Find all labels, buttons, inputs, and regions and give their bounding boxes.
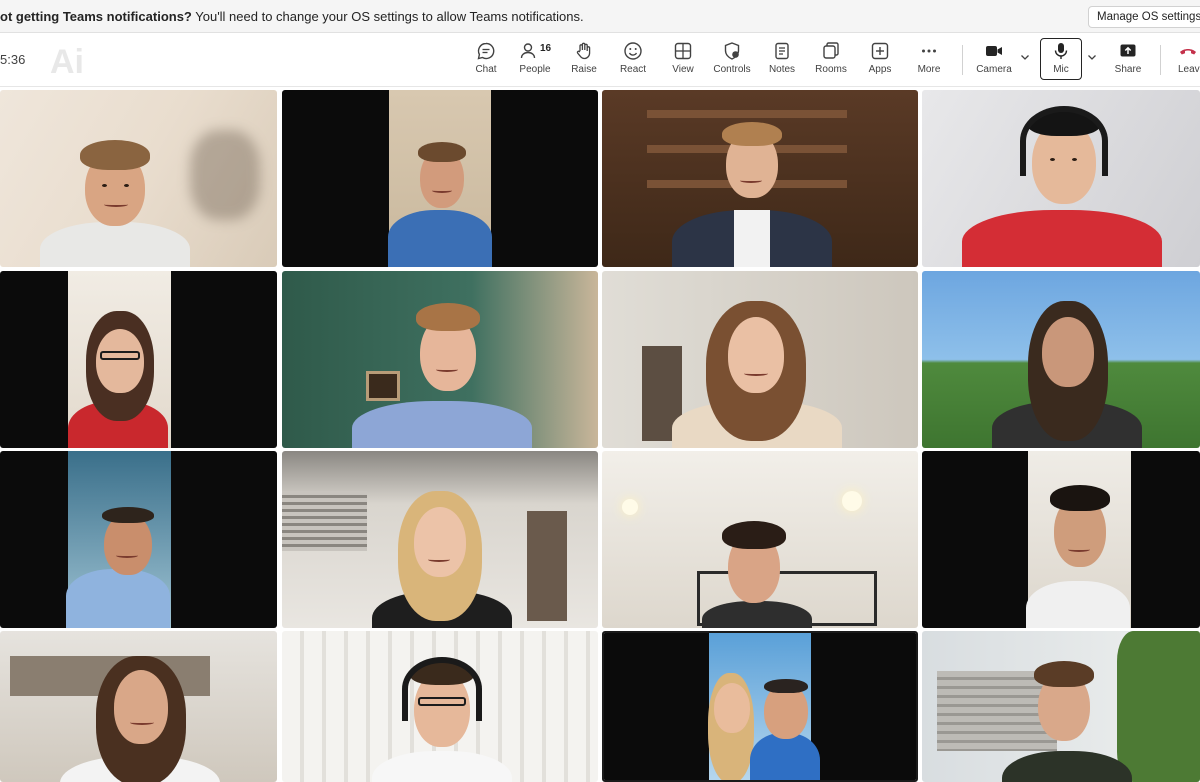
participant-video-tile[interactable] [602, 271, 918, 448]
mic-label: Mic [1053, 64, 1069, 75]
raise-hand-button[interactable]: Raise [558, 39, 610, 81]
camera-icon [986, 46, 1002, 56]
rooms-button[interactable]: Rooms [805, 39, 857, 81]
apps-button[interactable]: Apps [854, 39, 906, 81]
view-label: View [672, 64, 694, 75]
participant-video-tile-active[interactable] [602, 631, 918, 782]
participant-video-tile[interactable] [922, 271, 1200, 448]
meeting-timer: 5:36 [0, 52, 26, 67]
share-screen-icon [1120, 44, 1136, 57]
notification-banner: ot getting Teams notifications? You'll n… [0, 0, 1200, 33]
controls-shield-icon [724, 42, 740, 60]
participant-video-tile[interactable] [922, 631, 1200, 782]
manage-os-settings-button[interactable]: Manage OS settings [1088, 6, 1200, 28]
raise-label: Raise [571, 64, 597, 75]
participant-video-tile[interactable] [602, 451, 918, 628]
view-button[interactable]: View [657, 39, 709, 81]
controls-label: Controls [713, 64, 751, 75]
people-label: People [519, 64, 551, 75]
people-count: 16 [540, 43, 552, 54]
participant-video-tile[interactable] [922, 90, 1200, 267]
participant-video-tile[interactable] [282, 271, 598, 448]
participant-video-tile[interactable] [0, 271, 277, 448]
share-button[interactable]: Share [1102, 39, 1154, 81]
more-label: More [917, 64, 941, 75]
camera-options-chevron-down-icon[interactable] [1019, 51, 1031, 63]
notes-icon [775, 42, 789, 60]
chat-button[interactable]: Chat [460, 39, 512, 81]
participant-video-tile[interactable] [282, 451, 598, 628]
controls-button[interactable]: Controls [706, 39, 758, 81]
breakout-rooms-icon [823, 42, 839, 59]
mic-options-chevron-down-icon[interactable] [1086, 51, 1098, 63]
apps-label: Apps [868, 64, 892, 75]
notes-label: Notes [768, 64, 796, 75]
mic-button[interactable]: Mic [1040, 38, 1082, 80]
video-gallery [0, 88, 1200, 782]
people-icon [520, 43, 536, 59]
banner-message: ot getting Teams notifications? You'll n… [0, 9, 584, 24]
camera-label: Camera [976, 64, 1012, 75]
participant-video-tile[interactable] [602, 90, 918, 267]
view-grid-icon [674, 42, 692, 60]
hang-up-phone-icon [1180, 49, 1196, 55]
meeting-toolbar: 5:36 Ai Chat 16 People Raise React View … [0, 33, 1200, 87]
add-apps-icon [871, 42, 889, 60]
toolbar-divider [1160, 45, 1161, 75]
chat-icon [477, 42, 495, 60]
raise-hand-icon [576, 42, 591, 60]
people-button[interactable]: 16 People [509, 39, 561, 81]
more-button[interactable]: More [903, 39, 955, 81]
rooms-label: Rooms [815, 64, 847, 75]
participant-video-tile[interactable] [922, 451, 1200, 628]
participant-video-tile[interactable] [282, 90, 598, 267]
share-label: Share [1114, 64, 1142, 75]
ai-watermark-icon: Ai [50, 43, 84, 81]
microphone-icon [1054, 43, 1068, 59]
leave-button[interactable]: Leav [1168, 39, 1200, 81]
react-label: React [619, 64, 647, 75]
react-icon [624, 42, 642, 60]
participant-video-tile[interactable] [0, 90, 277, 267]
react-button[interactable]: React [607, 39, 659, 81]
participant-video-tile[interactable] [282, 631, 598, 782]
more-dots-icon [922, 49, 936, 53]
notes-button[interactable]: Notes [756, 39, 808, 81]
camera-button[interactable]: Camera [968, 39, 1020, 81]
participant-video-tile[interactable] [0, 631, 277, 782]
chat-label: Chat [475, 64, 497, 75]
participant-video-tile[interactable] [0, 451, 277, 628]
leave-label: Leav [1178, 64, 1200, 75]
toolbar-divider [962, 45, 963, 75]
